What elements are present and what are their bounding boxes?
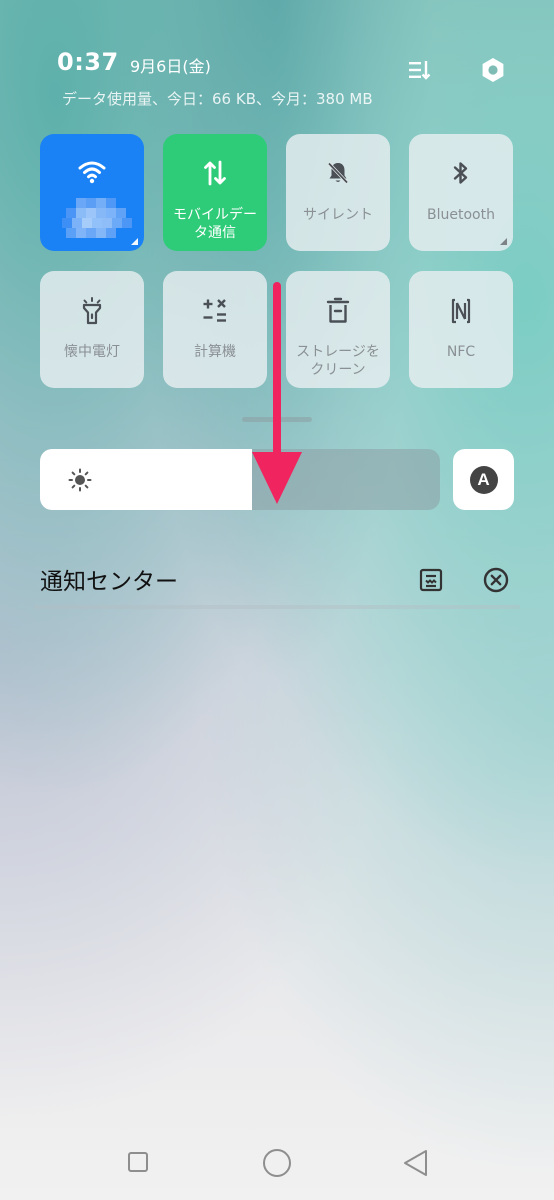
tile-label: モバイルデー タ通信	[173, 207, 257, 241]
wifi-icon	[40, 160, 144, 184]
notification-center-title: 通知センター	[40, 569, 178, 595]
tile-silent[interactable]: サイレント	[286, 134, 390, 251]
bell-off-icon	[286, 160, 390, 186]
back-icon[interactable]	[402, 1148, 430, 1182]
auto-brightness-button[interactable]: A	[453, 449, 514, 510]
mobile-data-icon	[163, 160, 267, 186]
tile-mobile-data[interactable]: モバイルデー タ通信	[163, 134, 267, 251]
tile-expand-indicator	[500, 238, 507, 245]
tile-label: Bluetooth	[427, 207, 495, 223]
recent-apps-icon[interactable]	[128, 1152, 148, 1172]
swipe-down-arrow-icon	[250, 282, 304, 512]
notification-divider	[34, 605, 520, 609]
data-usage-text: データ使用量、今日：66 KB、今月：380 MB	[62, 90, 373, 108]
flashlight-icon	[40, 297, 144, 325]
tile-wifi[interactable]	[40, 134, 144, 251]
brightness-icon	[68, 468, 92, 496]
tile-label: サイレント	[303, 207, 373, 223]
nfc-icon	[409, 297, 513, 325]
bluetooth-icon	[409, 160, 513, 186]
tile-bluetooth[interactable]: Bluetooth	[409, 134, 513, 251]
tile-label: NFC	[446, 344, 476, 360]
notification-settings-icon[interactable]	[414, 563, 448, 597]
clock-time: 0:37	[57, 48, 119, 76]
tile-flashlight[interactable]: 懐中電灯	[40, 271, 144, 388]
date-text: 9月6日(金)	[130, 57, 211, 76]
home-icon[interactable]	[263, 1149, 291, 1177]
wifi-network-name-redacted	[62, 198, 142, 246]
tile-nfc[interactable]: NFC	[409, 271, 513, 388]
tile-expand-indicator	[131, 238, 138, 245]
clear-all-icon[interactable]	[479, 563, 513, 597]
brightness-slider[interactable]	[40, 449, 440, 510]
auto-brightness-icon: A	[469, 465, 498, 494]
settings-icon[interactable]	[476, 53, 510, 87]
edit-tiles-icon[interactable]	[403, 53, 437, 87]
tile-label: 懐中電灯	[64, 344, 120, 360]
